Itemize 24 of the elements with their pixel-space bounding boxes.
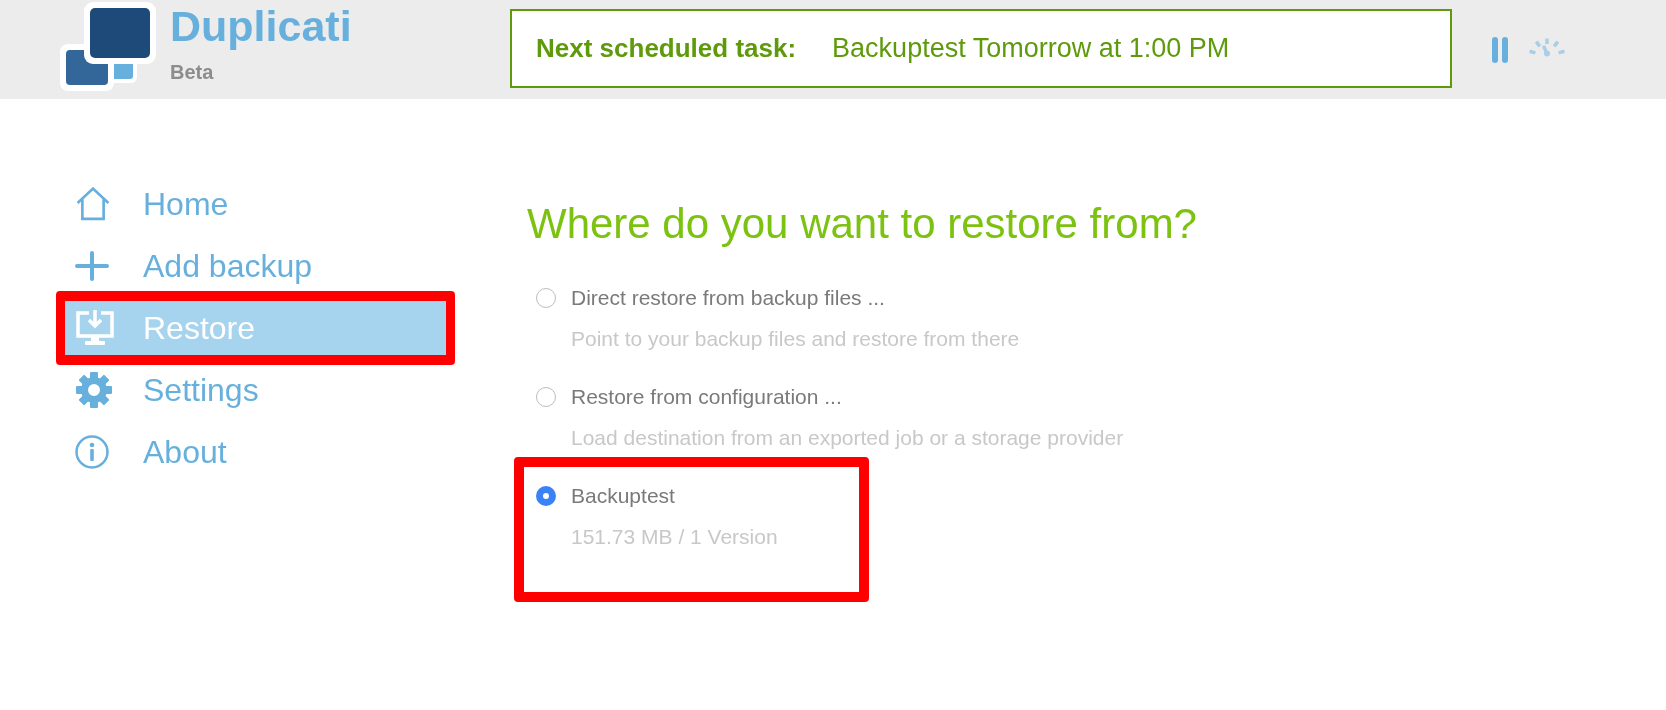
schedule-label: Next scheduled task: bbox=[536, 33, 797, 64]
nav-item[interactable]: Settings bbox=[65, 363, 446, 417]
edition-label: Beta bbox=[170, 62, 214, 82]
settings-icon bbox=[75, 371, 113, 409]
schedule-value: Backuptest Tomorrow at 1:00 PM bbox=[832, 33, 1230, 64]
nav-item[interactable]: Restore bbox=[65, 301, 446, 355]
house-icon bbox=[75, 187, 111, 221]
logo-icon bbox=[60, 2, 156, 91]
option-label[interactable]: Backuptest bbox=[571, 484, 675, 508]
option-label[interactable]: Direct restore from backup files ... bbox=[571, 286, 885, 310]
pause-icon[interactable] bbox=[1492, 37, 1508, 63]
nav-item[interactable]: About bbox=[65, 425, 446, 479]
download-monitor-icon bbox=[75, 310, 115, 346]
info-icon bbox=[75, 435, 109, 469]
radio-button[interactable] bbox=[536, 486, 556, 506]
gauge-icon[interactable] bbox=[1528, 38, 1566, 57]
radio-button[interactable] bbox=[536, 288, 556, 308]
radio-button[interactable] bbox=[536, 387, 556, 407]
nav-item[interactable]: Add backup bbox=[65, 239, 446, 293]
plus-icon bbox=[75, 251, 109, 281]
app-title: Duplicati bbox=[170, 5, 352, 48]
page-title: Where do you want to restore from? bbox=[527, 199, 1197, 249]
nav-item[interactable]: Home bbox=[65, 177, 446, 231]
option-label[interactable]: Restore from configuration ... bbox=[571, 385, 842, 409]
